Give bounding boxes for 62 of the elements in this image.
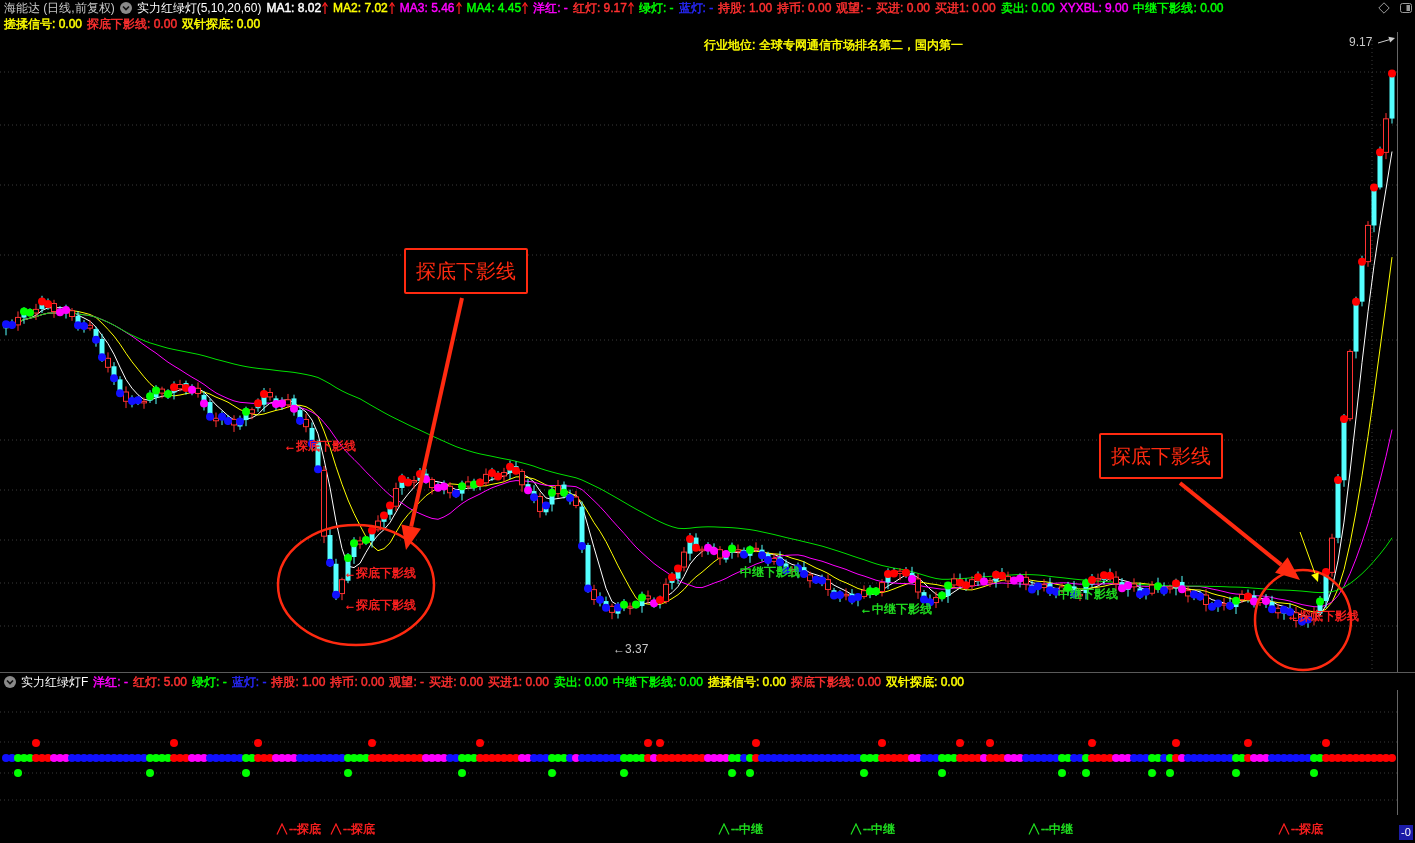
signal-mark-label: --中继 [863, 822, 895, 836]
legend-value: 绿灯: - [638, 0, 674, 16]
legend-value: 搓揉信号: 0.00 [4, 16, 83, 32]
signal-mark-label: --探底 [343, 822, 375, 836]
legend-value: 双针探底: 0.00 [886, 673, 964, 690]
legend-value: 卖出: 0.00 [1000, 0, 1055, 16]
price-high-label: 9.17 [1349, 35, 1373, 49]
legend-value: 持股: 1.00 [271, 673, 326, 690]
stock-title: 海能达 (日线,前复权) [4, 0, 115, 16]
callout-label: 探底下影线 [404, 248, 528, 294]
legend-value: MA4: 4.45 [466, 0, 522, 16]
pointer-arrow [1299, 531, 1319, 582]
legend-value: 持币: 0.00 [777, 0, 832, 16]
legend-value: MA1: 8.02 [266, 0, 322, 16]
indicator-name: 实力红绿灯F [21, 673, 89, 690]
peak-icon [330, 823, 342, 835]
peak-icon [718, 823, 730, 835]
legend-value: 持股: 1.00 [718, 0, 773, 16]
signal-mark-label: --探底 [1291, 822, 1323, 836]
signal-label: ←探底下影线 [344, 598, 416, 612]
legend-value: 中继下影线: 0.00 [612, 673, 703, 690]
legend-value: 买进: 0.00 [429, 673, 484, 690]
callout-label: 探底下影线 [1099, 433, 1223, 479]
legend-value: 搓揉信号: 0.00 [707, 673, 786, 690]
legend-value: 蓝灯: - [678, 0, 714, 16]
indicator-name: 实力红绿灯(5,10,20,60) [136, 0, 262, 16]
peak-icon [276, 823, 288, 835]
signal-mark-label: --中继 [731, 822, 763, 836]
legend-value: 双针探底: 0.00 [182, 16, 261, 32]
dropdown-icon[interactable] [4, 675, 16, 688]
legend-value: 红灯: 5.00 [133, 673, 188, 690]
legend-value: 探底下影线: 0.00 [790, 673, 881, 690]
signal-mark-label: --探底 [289, 822, 321, 836]
legend-value: XYXBL: 9.00 [1059, 0, 1129, 16]
dropdown-icon[interactable] [119, 2, 132, 14]
panel-toggle-icon[interactable] [1400, 2, 1412, 14]
peak-icon [850, 823, 862, 835]
legend-value: 持币: 0.00 [330, 673, 385, 690]
legend-value: 买进1: 0.00 [488, 673, 549, 690]
legend-value: 红灯: 9.17 [572, 0, 627, 16]
diamond-icon[interactable] [1378, 2, 1390, 14]
legend-value: 探底下影线: 0.00 [87, 16, 178, 32]
legend-value: MA2: 7.02 [333, 0, 388, 16]
legend-value: 中继下影线: 0.00 [1133, 0, 1224, 16]
legend-value: 观望: - [389, 673, 425, 690]
legend-value: 买进: 0.00 [876, 0, 930, 16]
peak-icon [1028, 823, 1040, 835]
price-low-label: ←3.37 [613, 642, 649, 656]
legend-value: 蓝灯: - [231, 673, 267, 690]
legend-value: 绿灯: - [192, 673, 227, 690]
axis-value-label: -0 [1399, 825, 1413, 840]
signal-label: ←中继下影线 [860, 602, 932, 616]
leader-arrow [1377, 36, 1395, 44]
signal-mark-label: --中继 [1041, 822, 1073, 836]
legend-value: 洋红: - [93, 673, 128, 690]
peak-icon [1278, 823, 1290, 835]
legend-value: 买进1: 0.00 [935, 0, 996, 16]
industry-note: 行业地位: 全球专网通信市场排名第二，国内第一 [704, 38, 963, 52]
legend-value: 洋红: - [533, 0, 568, 16]
legend-value: MA3: 5.46 [399, 0, 455, 16]
legend-value: 卖出: 0.00 [553, 673, 608, 690]
legend-value: 观望: - [836, 0, 871, 16]
